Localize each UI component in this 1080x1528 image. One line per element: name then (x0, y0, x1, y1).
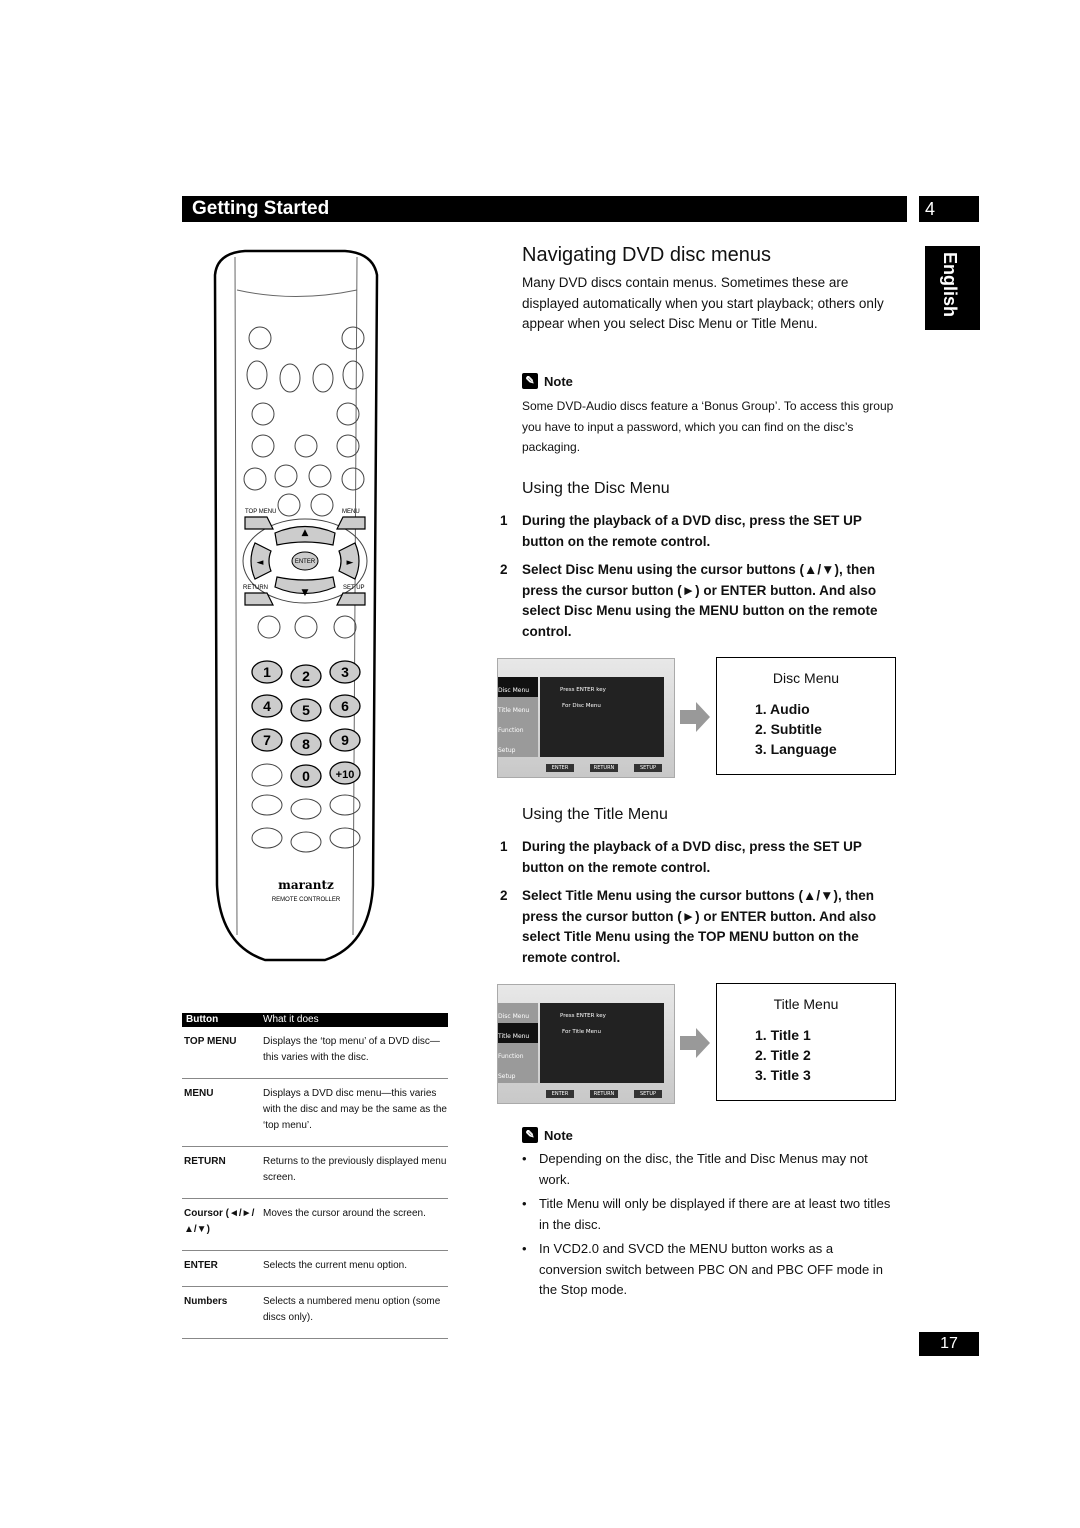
button-function-table: Button What it does TOP MENU Displays the … (182, 1013, 448, 1339)
title-menu-box: Title Menu 1. Title 1 2. Title 2 3. Titl… (716, 983, 896, 1101)
table-row: TOP MENU Displays the ‘top menu’ of a DVD… (182, 1027, 448, 1079)
remote-enter-label: ENTER (295, 559, 316, 565)
page-title: Navigating DVD disc menus (522, 244, 771, 266)
step-item: 2 Select Title Menu using the cursor butt… (500, 888, 877, 965)
svg-text:►: ► (347, 558, 354, 568)
svg-text:◄: ◄ (257, 558, 264, 568)
pencil-icon: ✎ (522, 1127, 538, 1143)
chapter-number: 4 (919, 196, 979, 222)
svg-text:▲: ▲ (302, 528, 309, 538)
svg-text:▼: ▼ (302, 588, 309, 598)
bullet-item: • Depending on the disc, the Title and Di… (522, 1151, 868, 1187)
arrow-right-icon (680, 702, 710, 732)
disc-menu-box: Disc Menu 1. Audio 2. Subtitle 3. Langua… (716, 657, 896, 775)
table-row: ENTER Selects the current menu option. (182, 1251, 448, 1287)
number-label: 0 (302, 768, 310, 784)
table-header: Button What it does (182, 1013, 448, 1027)
number-label: 1 (263, 664, 271, 680)
arrow-right-icon (680, 1028, 710, 1058)
number-label: 6 (341, 698, 349, 714)
svg-text:REMOTE CONTROLLER: REMOTE CONTROLLER (272, 897, 341, 903)
pencil-icon: ✎ (522, 373, 538, 389)
bullet-item: • In VCD2.0 and SVCD the MENU button work… (522, 1241, 883, 1297)
number-label: 5 (302, 702, 310, 718)
note-heading: ✎ Note (522, 373, 573, 389)
note-text: Some DVD-Audio discs feature a ‘Bonus Gr… (522, 399, 894, 454)
title-menu-heading: Using the Title Menu (522, 806, 668, 823)
table-row: MENU Displays a DVD disc menu—this varies… (182, 1079, 448, 1147)
table-row: Numbers Selects a numbered menu option (s… (182, 1287, 448, 1339)
title-menu-screenshot: Disc Menu Title Menu Function Setup Pres… (497, 984, 675, 1104)
svg-text:TOP MENU: TOP MENU (245, 509, 276, 515)
svg-text:SET UP: SET UP (343, 585, 365, 591)
note-heading: ✎ Note (522, 1127, 573, 1143)
section-header: Getting Started (182, 196, 907, 222)
page-number: 17 (919, 1332, 979, 1356)
table-row: Coursor (◄/►/▲/▼) Moves the cursor around… (182, 1199, 448, 1251)
disc-menu-screenshot: Disc Menu Title Menu Function Setup Pres… (497, 658, 675, 778)
language-label: English (940, 252, 960, 318)
svg-text:MENU: MENU (342, 509, 360, 515)
number-label: +10 (336, 769, 355, 781)
number-label: 2 (302, 668, 310, 684)
note-bullets: • Depending on the disc, the Title and Di… (522, 1149, 897, 1305)
step-item: 2 Select Disc Menu using the cursor butto… (500, 562, 878, 639)
number-label: 4 (263, 698, 271, 714)
number-label: 8 (302, 736, 310, 752)
step-item: 1 During the playback of a DVD disc, pres… (500, 513, 862, 549)
number-label: 7 (263, 732, 271, 748)
number-label: 3 (341, 664, 349, 680)
remote-control-illustration: ENTER TOP MENU MENU RETURN SET UP ▲ ▼ ◄ … (213, 249, 379, 962)
intro-paragraph: Many DVD discs contain menus. Sometimes … (522, 275, 884, 331)
svg-text:RETURN: RETURN (243, 585, 268, 591)
step-item: 1 During the playback of a DVD disc, pres… (500, 839, 862, 875)
brand-logo: marantz (278, 878, 334, 892)
table-row: RETURN Returns to the previously displaye… (182, 1147, 448, 1199)
disc-menu-heading: Using the Disc Menu (522, 480, 670, 497)
language-tab: English (925, 246, 980, 330)
number-label: 9 (341, 732, 349, 748)
bullet-item: • Title Menu will only be displayed if th… (522, 1196, 891, 1232)
